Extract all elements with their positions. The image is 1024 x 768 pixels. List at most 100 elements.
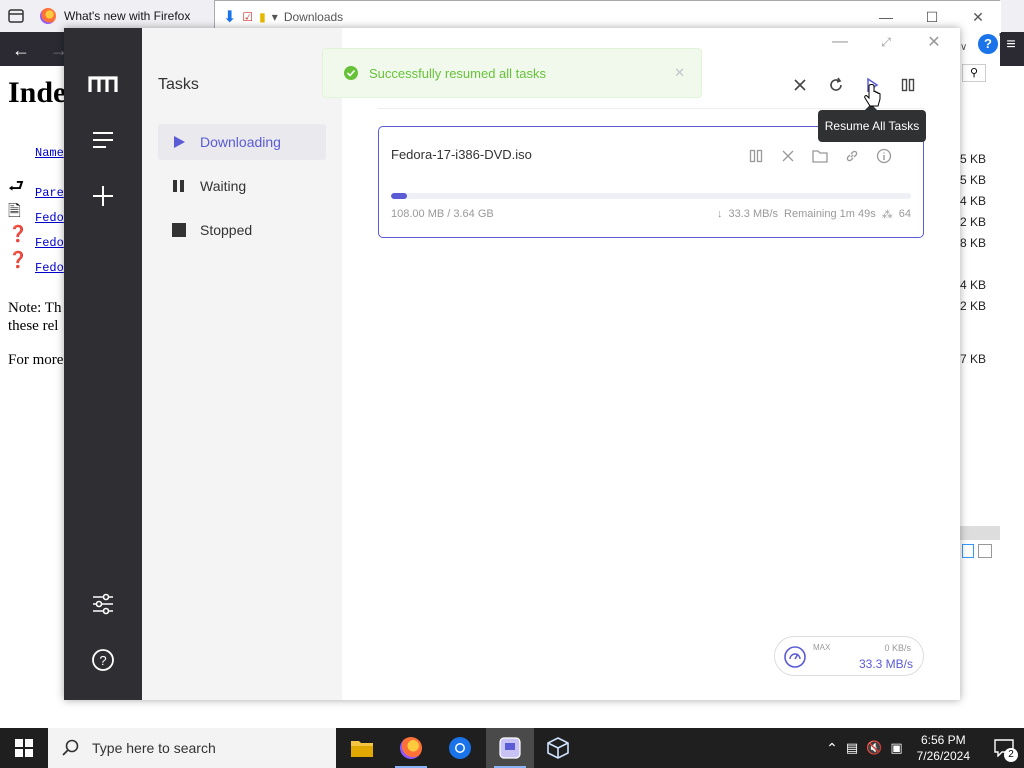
file-size: 5 KB bbox=[960, 152, 987, 166]
preferences-icon[interactable] bbox=[89, 590, 117, 618]
motrix-taskbar-icon[interactable] bbox=[486, 728, 534, 768]
dropdown-icon[interactable]: ▾ bbox=[272, 10, 278, 24]
task-remaining: Remaining 1m 49s bbox=[784, 208, 876, 220]
pause-all-button[interactable] bbox=[896, 73, 920, 97]
file-explorer-icon[interactable] bbox=[338, 728, 386, 768]
refresh-icon bbox=[830, 77, 842, 91]
search-placeholder: Type here to search bbox=[92, 740, 216, 756]
subnav-title: Tasks bbox=[158, 76, 199, 93]
task-speed: 33.3 MB/s bbox=[728, 208, 779, 220]
file-link[interactable]: Fedo bbox=[35, 261, 64, 275]
taskbar-search[interactable]: Type here to search bbox=[48, 728, 336, 768]
file-size: 2 KB bbox=[960, 299, 987, 313]
speedometer[interactable]: MAX 0 KB/s 33.3 MB/s bbox=[774, 636, 924, 676]
delete-all-button[interactable] bbox=[788, 73, 812, 97]
file-size: 5 KB bbox=[960, 173, 987, 187]
task-name: Fedora-17-i386-DVD.iso bbox=[391, 147, 532, 162]
note-text: Note: Th bbox=[8, 300, 62, 316]
right-strip: ∨ ⚲ 5 KB 5 KB 4 KB 2 KB 8 KB 4 KB 2 KB 7… bbox=[960, 36, 1000, 566]
virtualbox-icon[interactable] bbox=[534, 728, 582, 768]
close-icon bbox=[794, 79, 806, 91]
windows-logo-icon bbox=[15, 739, 33, 757]
checklist-icon: ☑ bbox=[242, 10, 254, 24]
task-meta: 108.00 MB / 3.64 GB ↓ 33.3 MB/s Remainin… bbox=[391, 208, 911, 221]
clock[interactable]: 6:56 PM 7/26/2024 bbox=[917, 732, 970, 764]
notifications-icon[interactable]: 2 bbox=[984, 728, 1024, 768]
taskbar: Type here to search ⌃ ▤ 🔇 ▣ 6:56 PM 7/26… bbox=[0, 728, 1024, 768]
folder-icon: ▮ bbox=[259, 10, 266, 24]
close-icon[interactable]: ✕ bbox=[955, 1, 1001, 33]
motrix-logo-icon[interactable] bbox=[88, 68, 118, 98]
start-button[interactable] bbox=[0, 728, 48, 768]
file-link[interactable]: Fedo bbox=[35, 211, 64, 225]
tooltip: Resume All Tasks bbox=[818, 104, 926, 142]
nav-item-downloading[interactable]: Downloading bbox=[158, 124, 326, 160]
preview-view-icon[interactable] bbox=[978, 544, 992, 558]
link-icon[interactable] bbox=[841, 145, 863, 167]
file-size: 2 KB bbox=[960, 215, 987, 229]
nav-item-stopped[interactable]: Stopped bbox=[158, 212, 326, 248]
nav-label: Stopped bbox=[200, 222, 253, 238]
name-link[interactable]: Name bbox=[35, 146, 64, 160]
search-icon bbox=[62, 739, 79, 756]
search-icon[interactable]: ⚲ bbox=[962, 64, 986, 82]
pause-task-icon[interactable] bbox=[745, 145, 767, 167]
chevron-up-icon[interactable]: ⌃ bbox=[826, 740, 838, 757]
pause-icon bbox=[173, 180, 184, 192]
delete-task-icon[interactable] bbox=[777, 145, 799, 167]
info-icon[interactable] bbox=[873, 145, 895, 167]
task-progress-text: 108.00 MB / 3.64 GB bbox=[391, 208, 494, 220]
clock-time: 6:56 PM bbox=[920, 733, 966, 747]
divider bbox=[378, 108, 924, 109]
app-sidebar: ? bbox=[64, 28, 142, 700]
close-icon[interactable]: ✕ bbox=[674, 65, 685, 81]
speed-max-label: MAX bbox=[813, 643, 831, 652]
task-subnav: Tasks Downloading Waiting Stopped bbox=[142, 28, 342, 700]
speedometer-icon bbox=[784, 646, 806, 668]
notification-badge: 2 bbox=[1004, 748, 1018, 762]
progress-fill bbox=[391, 193, 407, 199]
tab-list-icon[interactable] bbox=[4, 6, 28, 26]
screen-icon[interactable]: ▣ bbox=[890, 740, 902, 756]
file-size: 4 KB bbox=[960, 278, 987, 292]
menu-icon[interactable]: ≡ bbox=[998, 36, 1024, 56]
task-item[interactable]: Fedora-17-i386-DVD.iso 108.00 MB / 3.64 … bbox=[378, 126, 924, 238]
stop-icon bbox=[172, 223, 186, 237]
help-icon[interactable]: ? bbox=[978, 34, 998, 54]
task-stats: ↓ 33.3 MB/s Remaining 1m 49s ⁂ 64 bbox=[717, 208, 911, 221]
scrollbar[interactable] bbox=[960, 526, 1000, 540]
success-toast: Successfully resumed all tasks ✕ bbox=[322, 48, 702, 98]
close-icon[interactable]: ✕ bbox=[924, 32, 944, 52]
add-task-icon[interactable] bbox=[89, 182, 117, 210]
play-icon bbox=[174, 136, 185, 148]
tasks-menu-icon[interactable] bbox=[89, 126, 117, 154]
file-size: 7 KB bbox=[960, 352, 987, 366]
maximize-icon[interactable]: ⤢ bbox=[876, 32, 896, 52]
downloads-title: Downloads bbox=[283, 10, 344, 24]
connections-icon: ⁂ bbox=[881, 209, 893, 221]
folder-icon[interactable] bbox=[809, 145, 831, 167]
volume-muted-icon[interactable]: 🔇 bbox=[866, 740, 882, 756]
refresh-button[interactable] bbox=[824, 73, 848, 97]
pause-icon bbox=[901, 78, 915, 92]
back-icon[interactable]: ← bbox=[12, 40, 30, 61]
note-text: For more bbox=[8, 352, 64, 368]
file-link[interactable]: Fedo bbox=[35, 236, 64, 250]
tab-title: What's new with Firefox bbox=[64, 9, 191, 23]
hand-cursor-icon bbox=[864, 84, 881, 107]
network-icon[interactable]: ▤ bbox=[846, 740, 858, 756]
system-tray: ⌃ ▤ 🔇 ▣ 6:56 PM 7/26/2024 2 bbox=[826, 728, 1024, 768]
minimize-icon[interactable]: — bbox=[830, 32, 850, 52]
task-connections: 64 bbox=[898, 208, 911, 220]
nav-item-waiting[interactable]: Waiting bbox=[158, 168, 326, 204]
firefox-tab[interactable]: What's new with Firefox bbox=[36, 2, 214, 30]
firefox-icon[interactable] bbox=[387, 728, 435, 768]
details-view-icon[interactable] bbox=[962, 544, 974, 558]
browser-icon[interactable] bbox=[436, 728, 484, 768]
chevron-down-icon[interactable]: ∨ bbox=[960, 42, 974, 56]
note-text: these rel bbox=[8, 318, 59, 334]
parent-link[interactable]: Pare bbox=[35, 186, 64, 200]
clock-date: 7/26/2024 bbox=[916, 749, 970, 763]
help-icon[interactable]: ? bbox=[89, 646, 117, 674]
firefox-logo-icon bbox=[40, 8, 56, 24]
